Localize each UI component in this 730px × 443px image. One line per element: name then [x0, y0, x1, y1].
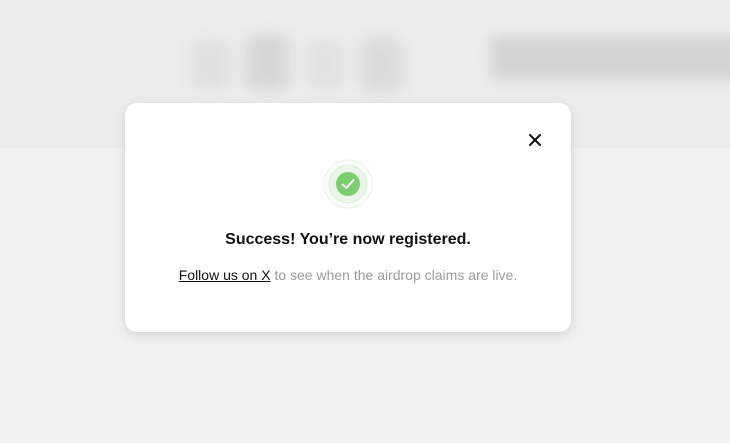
close-icon: [529, 134, 541, 146]
blurred-background-element: [360, 38, 402, 92]
message-text: to see when the airdrop claims are live.: [270, 267, 518, 283]
follow-on-x-link[interactable]: Follow us on X: [179, 267, 271, 283]
close-button[interactable]: [525, 130, 545, 150]
blurred-background-bar: [490, 36, 730, 80]
blurred-background-element: [245, 35, 290, 90]
success-message: Follow us on X to see when the airdrop c…: [125, 266, 571, 284]
blurred-background-element: [305, 40, 345, 90]
success-modal: Success! You’re now registered. Follow u…: [125, 103, 571, 332]
blurred-background-element: [190, 40, 230, 90]
check-circle-icon: [323, 159, 373, 209]
success-title: Success! You’re now registered.: [225, 231, 471, 248]
